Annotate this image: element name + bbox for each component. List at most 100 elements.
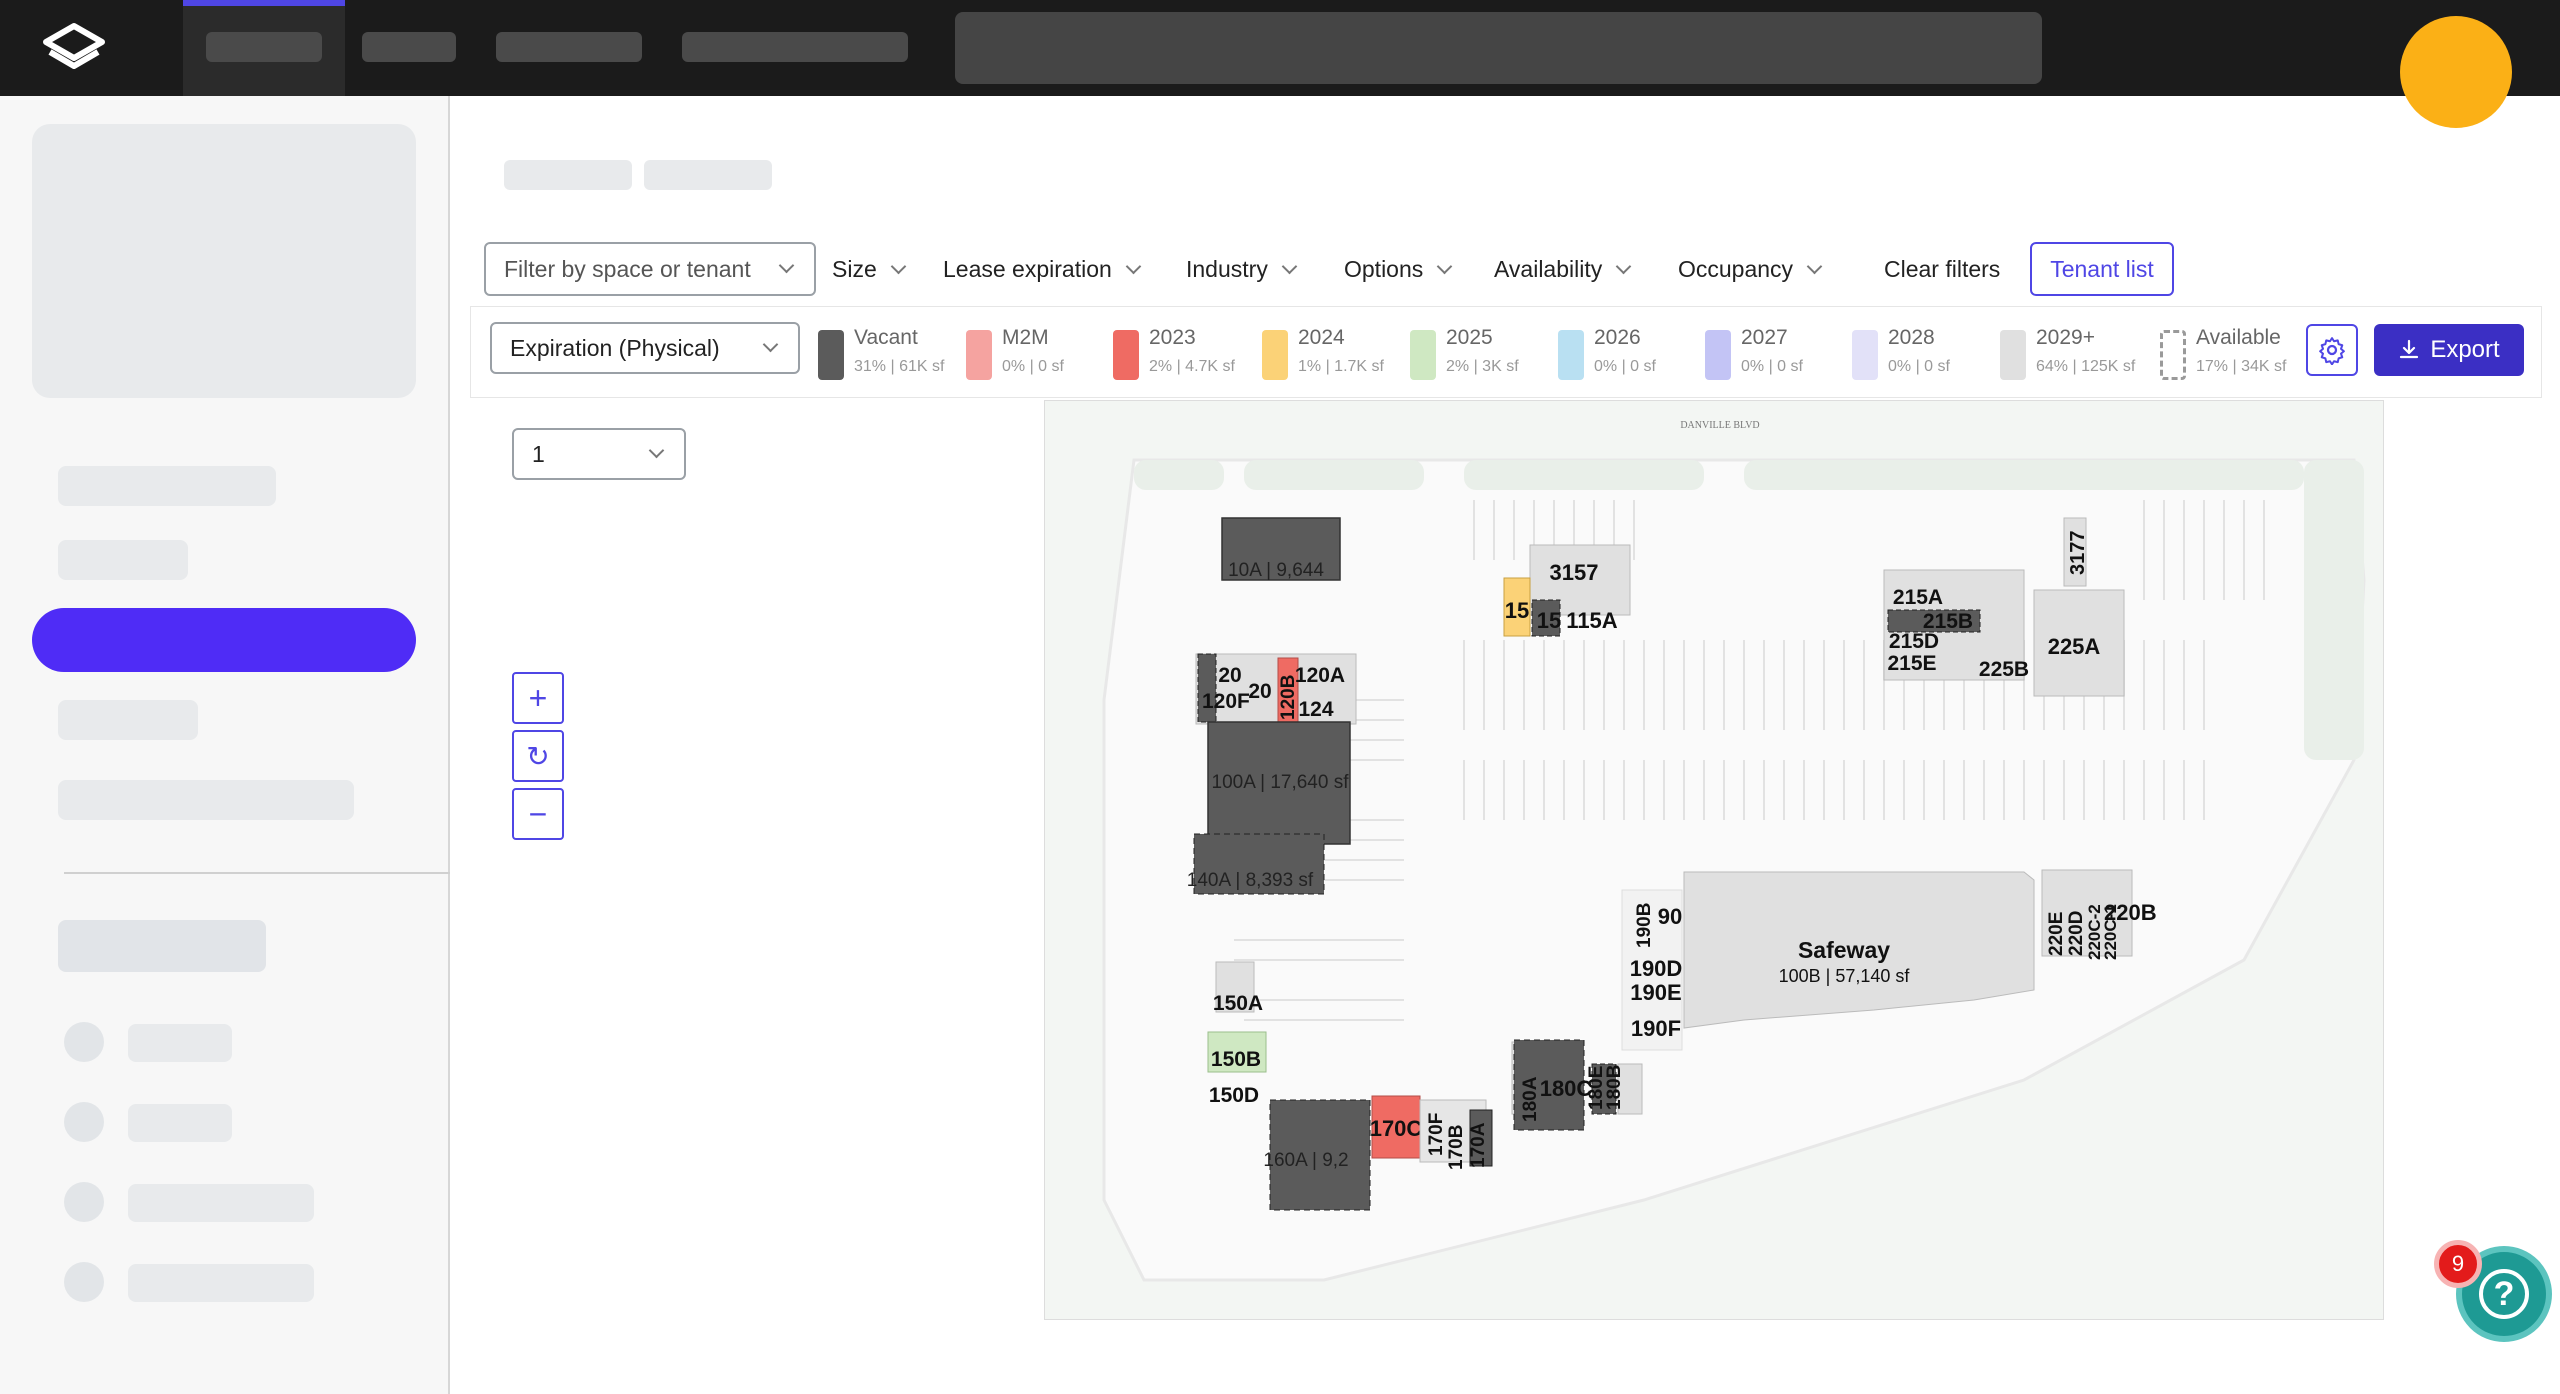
nav-item-placeholder[interactable] [682,32,908,62]
legend-label: 2029+ [2036,326,2095,349]
download-icon [2400,339,2419,359]
filter-size[interactable]: Size [832,242,907,296]
filter-industry-label: Industry [1186,255,1268,282]
filter-availability-label: Availability [1494,255,1603,282]
legend-swatch [2000,330,2026,380]
filter-availability[interactable]: Availability [1494,242,1632,296]
chevron-down-icon [1806,258,1823,274]
street-label: DANVILLE BLVD [1680,420,1759,431]
export-button[interactable]: Export [2374,324,2524,376]
sidebar-item-active[interactable] [32,608,416,672]
sidebar-item[interactable] [58,466,276,506]
sidebar-bullet-icon [64,1022,104,1062]
chevron-down-icon [778,257,795,274]
unit-label: 215D [1889,630,1939,653]
unit-label: 180A [1520,1076,1541,1122]
gear-icon [2319,337,2345,365]
legend-swatch [1852,330,1878,380]
unit-label: 150B [1211,1048,1261,1071]
legend-swatch [1558,330,1584,380]
chevron-down-icon [1615,258,1632,274]
chevron-down-icon [1281,258,1298,274]
plus-icon: + [528,679,548,716]
legend-stat: 0% | 0 sf [1741,358,1803,375]
zoom-in-button[interactable]: + [512,672,564,724]
sidebar-subitem[interactable] [128,1024,232,1062]
site-plan-map[interactable]: DANVILLE BLVD 10A | 9,644 3157 15 15 115… [1044,400,2384,1320]
sidebar-item[interactable] [58,700,198,740]
unit-label: 220B [2104,900,2157,925]
legend-label: 2023 [1149,326,1196,349]
filter-occupancy[interactable]: Occupancy [1678,242,1823,296]
breadcrumb-placeholder[interactable] [504,160,632,190]
filter-options[interactable]: Options [1344,242,1453,296]
filter-size-label: Size [832,255,877,282]
question-mark-icon: ? [2479,1269,2529,1319]
chevron-down-icon [1436,258,1453,274]
filter-industry[interactable]: Industry [1186,242,1298,296]
nav-item-placeholder[interactable] [362,32,456,62]
unit-label: 220D [2066,911,2087,956]
global-search-bar[interactable] [955,12,2042,84]
top-navbar [0,0,2560,96]
legend-stat: 0% | 0 sf [1594,358,1656,375]
unit-label: 215E [1887,652,1936,675]
unit-label: 190B [1634,903,1655,948]
legend-label: 2026 [1594,326,1641,349]
sidebar-subitem[interactable] [128,1104,232,1142]
unit-label: 170C [1370,1116,1423,1141]
sidebar-bullet-icon [64,1102,104,1142]
unit-label: 150D [1209,1084,1259,1107]
legend-stat: 64% | 125K sf [2036,358,2136,375]
property-card-placeholder [32,124,416,398]
color-mode-select[interactable]: Expiration (Physical) [490,322,800,374]
legend-label: Vacant [854,326,918,349]
clear-filters-button[interactable]: Clear filters [1884,242,2000,296]
unit-label: 10A | 9,644 [1228,560,1324,581]
legend-label: 2028 [1888,326,1935,349]
sidebar-subitem[interactable] [128,1264,314,1302]
legend-swatch [1410,330,1436,380]
breadcrumb-placeholder[interactable] [644,160,772,190]
unit-label: 190F [1631,1016,1681,1041]
legend-stat: 2% | 4.7K sf [1149,358,1235,375]
settings-gear-button[interactable] [2306,324,2358,376]
export-label: Export [2430,336,2500,363]
anchor-tenant-name: Safeway [1798,937,1890,963]
unit-label: 180C [1540,1076,1593,1101]
unit-label: 140A | 8,393 sf [1187,870,1314,891]
logo-icon[interactable] [40,22,108,74]
unit-label: 190D [1630,956,1683,981]
legend-label: M2M [1002,326,1049,349]
zoom-out-button[interactable]: − [512,788,564,840]
legend-swatch [1705,330,1731,380]
clear-filters-label: Clear filters [1884,255,2001,282]
tenant-list-button[interactable]: Tenant list [2030,242,2174,296]
sidebar-item[interactable] [58,540,188,580]
filter-options-label: Options [1344,255,1424,282]
unit-label: 170F [1426,1113,1447,1156]
unit-label: 3157 [1550,560,1599,585]
sidebar-item[interactable] [58,780,354,820]
sidebar-bullet-icon [64,1182,104,1222]
anchor-tenant-detail: 100B | 57,140 sf [1779,966,1911,986]
reset-view-button[interactable]: ↻ [512,730,564,782]
nav-item-placeholder[interactable] [496,32,642,62]
floor-select[interactable]: 1 [512,428,686,480]
chevron-down-icon [762,336,779,353]
notification-badge: 9 [2434,1240,2482,1288]
legend-stat: 31% | 61K sf [854,358,945,375]
unit-label: 15 [1537,608,1561,633]
filter-lease-expiration[interactable]: Lease expiration [943,242,1142,296]
unit-label: 190E [1630,980,1681,1005]
legend-stat: 2% | 3K sf [1446,358,1519,375]
space-tenant-filter-select[interactable]: Filter by space or tenant [484,242,816,296]
nav-item-placeholder[interactable] [206,32,322,62]
unit-label: 160A | 9,2 [1263,1150,1348,1171]
sidebar-subitem[interactable] [128,1184,314,1222]
user-avatar[interactable] [2400,16,2512,128]
unit-label: 225A [2048,634,2101,659]
unit-label: 20 [1248,680,1271,703]
legend-stat: 0% | 0 sf [1888,358,1950,375]
unit-label: 120A [1295,664,1345,687]
